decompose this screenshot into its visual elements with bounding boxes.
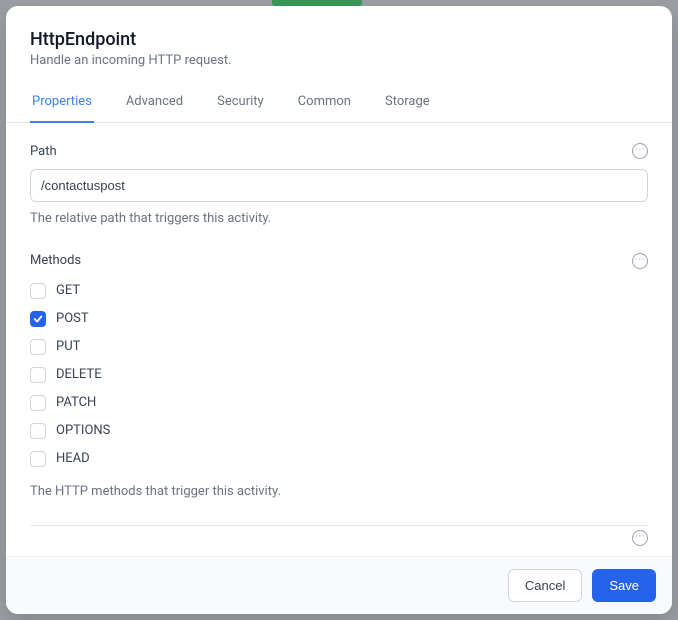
method-label: HEAD [56, 451, 90, 466]
method-row-options: OPTIONS [30, 423, 648, 439]
tab-storage[interactable]: Storage [383, 84, 432, 123]
methods-list: GET POST PUT DELETE PATCH OPTIONS HEAD [30, 283, 648, 467]
tab-properties[interactable]: Properties [30, 84, 94, 123]
path-input[interactable] [30, 169, 648, 202]
save-button[interactable]: Save [592, 569, 656, 602]
tab-common[interactable]: Common [296, 84, 353, 123]
method-row-head: HEAD [30, 451, 648, 467]
methods-section: Methods GET POST PUT DELETE PATCH OPTIONS HEAD… [30, 253, 648, 501]
method-checkbox-patch[interactable] [30, 395, 46, 411]
method-label: POST [56, 311, 89, 326]
path-hint: The relative path that triggers this act… [30, 210, 648, 228]
more-icon[interactable] [632, 253, 648, 269]
method-row-put: PUT [30, 339, 648, 355]
more-icon[interactable] [632, 530, 648, 546]
method-label: DELETE [56, 367, 102, 382]
tab-security[interactable]: Security [215, 84, 266, 123]
method-checkbox-options[interactable] [30, 423, 46, 439]
divider [30, 525, 648, 526]
method-label: OPTIONS [56, 423, 110, 438]
path-label: Path [30, 144, 57, 159]
method-checkbox-put[interactable] [30, 339, 46, 355]
modal-body: Path The relative path that triggers thi… [6, 123, 672, 556]
cancel-button[interactable]: Cancel [508, 569, 582, 602]
method-row-delete: DELETE [30, 367, 648, 383]
modal-footer: Cancel Save [6, 556, 672, 614]
method-row-post: POST [30, 311, 648, 327]
tab-advanced[interactable]: Advanced [124, 84, 185, 123]
modal-dialog: HttpEndpoint Handle an incoming HTTP req… [6, 6, 672, 614]
methods-label: Methods [30, 253, 81, 268]
method-row-get: GET [30, 283, 648, 299]
method-checkbox-delete[interactable] [30, 367, 46, 383]
method-label: PUT [56, 339, 80, 354]
more-icon[interactable] [632, 143, 648, 159]
method-row-patch: PATCH [30, 395, 648, 411]
modal-subtitle: Handle an incoming HTTP request. [30, 53, 648, 68]
method-checkbox-head[interactable] [30, 451, 46, 467]
method-label: GET [56, 283, 80, 298]
methods-hint: The HTTP methods that trigger this activ… [30, 483, 648, 501]
modal-header: HttpEndpoint Handle an incoming HTTP req… [6, 6, 672, 68]
method-checkbox-get[interactable] [30, 283, 46, 299]
method-checkbox-post[interactable] [30, 311, 46, 327]
tab-bar: Properties Advanced Security Common Storage [6, 84, 672, 123]
method-label: PATCH [56, 395, 96, 410]
modal-title: HttpEndpoint [30, 28, 648, 51]
path-section: Path The relative path that triggers thi… [30, 143, 648, 228]
